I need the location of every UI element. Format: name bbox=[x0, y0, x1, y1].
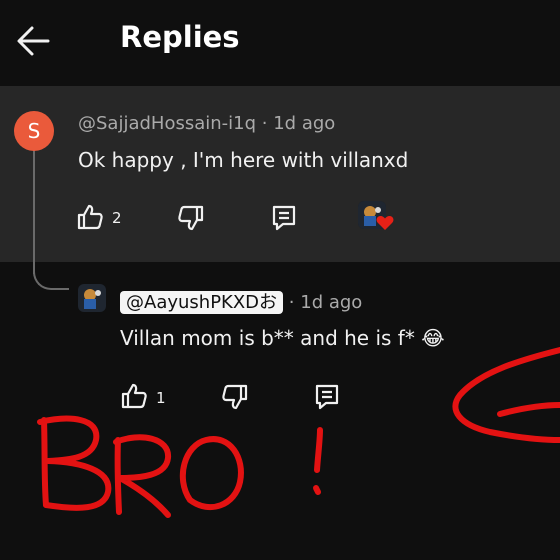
thumb-up-icon[interactable] bbox=[76, 203, 104, 231]
heart-icon bbox=[376, 216, 394, 230]
thumb-down-icon[interactable] bbox=[177, 204, 205, 232]
author-handle[interactable]: @SajjadHossain-i1q bbox=[78, 113, 256, 134]
thread-connector-curve bbox=[33, 258, 69, 290]
thread-connector-line bbox=[33, 142, 35, 274]
meta-separator: · bbox=[261, 113, 268, 134]
timestamp: 1d ago bbox=[273, 113, 336, 134]
meta-separator: · bbox=[288, 292, 295, 313]
author-handle[interactable]: @AayushPKXDお bbox=[120, 291, 284, 314]
back-arrow-icon[interactable] bbox=[14, 22, 52, 60]
reply-text: Villan mom is b** and he is f* 😂 bbox=[120, 326, 445, 350]
reply-icon[interactable] bbox=[313, 383, 341, 411]
comment-text: Ok happy , I'm here with villanxd bbox=[78, 148, 409, 172]
like-count: 1 bbox=[156, 389, 166, 407]
top-bar: Replies bbox=[0, 0, 560, 84]
like-count: 2 bbox=[112, 209, 122, 227]
timestamp: 1d ago bbox=[300, 292, 363, 313]
thumb-down-icon[interactable] bbox=[221, 383, 249, 411]
avatar[interactable] bbox=[78, 284, 106, 312]
page-title: Replies bbox=[120, 20, 240, 54]
handwritten-annotation bbox=[37, 347, 560, 518]
thumb-up-icon[interactable] bbox=[120, 382, 148, 410]
avatar[interactable]: S bbox=[14, 111, 54, 151]
reply-icon[interactable] bbox=[270, 204, 298, 232]
reply-meta: @AayushPKXDお · 1d ago bbox=[120, 288, 362, 314]
comment-meta: @SajjadHossain-i1q · 1d ago bbox=[78, 113, 335, 134]
